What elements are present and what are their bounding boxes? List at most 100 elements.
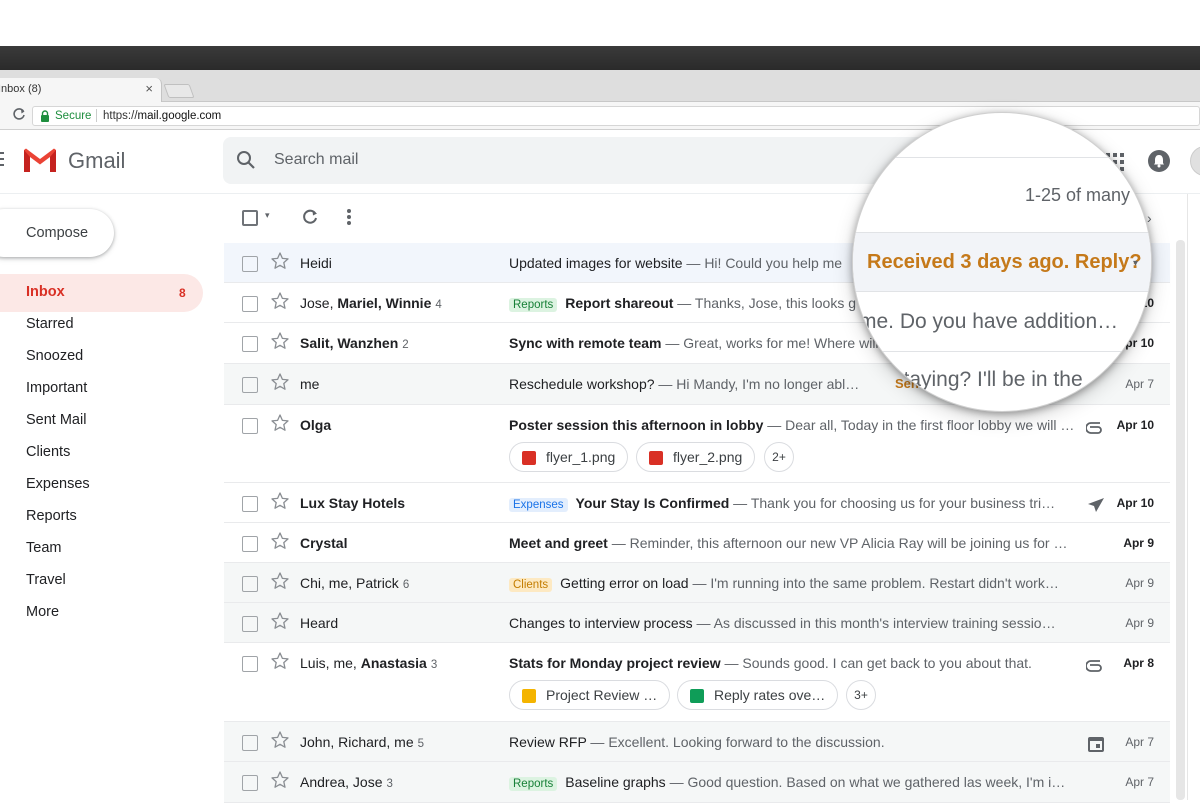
- email-snippet: — Reminder, this afternoon our new VP Al…: [607, 535, 1068, 551]
- email-sender-name: John, Richard, me: [300, 734, 414, 750]
- select-all-checkbox[interactable]: [242, 210, 258, 226]
- search-input[interactable]: Search mail: [274, 151, 358, 169]
- scrollbar[interactable]: [1176, 240, 1185, 800]
- more-vert-icon[interactable]: [347, 209, 351, 227]
- sidebar-item-more[interactable]: More: [26, 604, 59, 620]
- sidebar-item-important[interactable]: Important: [26, 380, 87, 396]
- thread-count: 6: [402, 579, 410, 591]
- more-attachments-badge[interactable]: 2+: [764, 442, 794, 472]
- sidebar-item-clients[interactable]: Clients: [26, 444, 70, 460]
- table-row[interactable]: Lux Stay Hotels Expenses Your Stay Is Con…: [224, 483, 1170, 523]
- thread-count: 3: [430, 659, 438, 671]
- browser-tab[interactable]: Inbox (8) ×: [0, 78, 162, 102]
- sidebar-item-snoozed[interactable]: Snoozed: [26, 348, 83, 364]
- label-badge[interactable]: Reports: [509, 777, 558, 791]
- table-row[interactable]: Chi, me, Patrick 6 Clients Getting error o…: [224, 563, 1170, 603]
- hamburger-icon[interactable]: [0, 152, 4, 166]
- star-icon[interactable]: [270, 372, 290, 392]
- row-checkbox[interactable]: [242, 496, 258, 512]
- select-menu-chevron-down-icon[interactable]: ▾: [265, 210, 270, 221]
- row-checkbox[interactable]: [242, 296, 258, 312]
- refresh-icon[interactable]: [300, 207, 320, 227]
- table-row[interactable]: Andrea, Jose 3 Reports Baseline graphs — G…: [224, 762, 1170, 803]
- star-icon[interactable]: [270, 651, 290, 671]
- row-checkbox[interactable]: [242, 576, 258, 592]
- email-sender-name: Chi, me, Patrick: [300, 575, 399, 591]
- label-badge[interactable]: Clients: [509, 578, 553, 592]
- more-attachments-badge[interactable]: 3+: [846, 680, 876, 710]
- email-snippet: — Dear all, Today in the first floor lob…: [763, 417, 1075, 433]
- email-snippet: — Sounds good. I can get back to you abo…: [720, 655, 1032, 671]
- sidebar-item-sent-mail[interactable]: Sent Mail: [26, 412, 86, 428]
- notifications-icon[interactable]: [1148, 150, 1170, 172]
- row-checkbox[interactable]: [242, 418, 258, 434]
- star-icon[interactable]: [270, 770, 290, 790]
- table-row[interactable]: Heard Changes to interview process — As …: [224, 603, 1170, 643]
- sidebar-item-label-inbox[interactable]: Inbox: [26, 284, 65, 300]
- row-checkbox[interactable]: [242, 336, 258, 352]
- row-checkbox[interactable]: [242, 735, 258, 751]
- inbox-unread-count: 8: [179, 286, 186, 300]
- star-icon[interactable]: [270, 413, 290, 433]
- next-page-chevron-icon[interactable]: ›: [1147, 210, 1152, 226]
- email-sender-name: Andrea, Jose: [300, 774, 383, 790]
- page-count: 1-25 of many: [1025, 185, 1131, 205]
- attachment-chip[interactable]: flyer_1.png: [509, 442, 629, 472]
- new-tab-button[interactable]: [163, 84, 195, 98]
- sidebar-item-reports[interactable]: Reports: [26, 508, 77, 524]
- row-checkbox[interactable]: [242, 775, 258, 791]
- star-icon[interactable]: [270, 251, 290, 271]
- attachment-chip[interactable]: Project Review …: [509, 680, 671, 710]
- email-sender: Luis, me, Anastasia 3: [300, 655, 437, 671]
- email-sender: Heidi: [300, 255, 332, 271]
- avatar[interactable]: [1190, 146, 1200, 176]
- email-subject-line: Review RFP — Excellent. Looking forward …: [509, 734, 1079, 750]
- sidebar-item-travel[interactable]: Travel: [26, 572, 66, 588]
- row-checkbox[interactable]: [242, 536, 258, 552]
- browser-tab-close-icon[interactable]: ×: [145, 81, 153, 96]
- email-date: Apr 7: [1125, 775, 1154, 789]
- label-badge[interactable]: Expenses: [509, 498, 568, 512]
- gmail-logo-icon[interactable]: [22, 146, 58, 174]
- email-subject: Sync with remote team: [509, 335, 662, 351]
- reload-icon[interactable]: [12, 107, 26, 124]
- magnified-snippet: me. Do you have addition…: [859, 310, 1119, 333]
- email-date: Apr 7: [1125, 377, 1154, 391]
- search-icon[interactable]: [236, 150, 256, 170]
- secure-label: Secure: [55, 110, 92, 122]
- table-row[interactable]: Olga Poster session this afternoon in lo…: [224, 405, 1170, 483]
- table-row[interactable]: John, Richard, me 5 Review RFP — Excellen…: [224, 722, 1170, 762]
- sidebar-item-team[interactable]: Team: [26, 540, 61, 556]
- row-checkbox[interactable]: [242, 656, 258, 672]
- email-sender: Salit, Wanzhen 2: [300, 335, 409, 351]
- email-snippet: — Hi! Could you help me: [682, 255, 843, 271]
- email-subject: Meet and greet: [509, 535, 608, 551]
- reply-nudge[interactable]: Received 3 days ago. Reply?: [867, 251, 1142, 274]
- url-text[interactable]: https://mail.google.com: [103, 110, 221, 122]
- email-sender-read: Jose,: [300, 295, 338, 311]
- star-icon[interactable]: [270, 331, 290, 351]
- email-sender: Chi, me, Patrick 6: [300, 575, 409, 591]
- email-sender: John, Richard, me 5: [300, 734, 424, 750]
- magnifier-divider: [853, 351, 1151, 352]
- email-snippet: — Hi Mandy, I'm no longer abl…: [654, 376, 860, 392]
- sidebar-item-expenses[interactable]: Expenses: [26, 476, 90, 492]
- slides-file-icon: [522, 689, 536, 703]
- star-icon[interactable]: [270, 531, 290, 551]
- star-icon[interactable]: [270, 571, 290, 591]
- star-icon[interactable]: [270, 491, 290, 511]
- attachment-chip[interactable]: flyer_2.png: [636, 442, 756, 472]
- label-badge[interactable]: Reports: [509, 298, 558, 312]
- url-scheme: https://: [103, 110, 138, 122]
- attachment-chip[interactable]: Reply rates ove…: [677, 680, 839, 710]
- star-icon[interactable]: [270, 730, 290, 750]
- sidebar-item-starred[interactable]: Starred: [26, 316, 74, 332]
- star-icon[interactable]: [270, 291, 290, 311]
- row-checkbox[interactable]: [242, 256, 258, 272]
- table-row[interactable]: Crystal Meet and greet — Reminder, this …: [224, 523, 1170, 563]
- star-icon[interactable]: [270, 611, 290, 631]
- row-checkbox[interactable]: [242, 377, 258, 393]
- row-checkbox[interactable]: [242, 616, 258, 632]
- table-row[interactable]: Luis, me, Anastasia 3 Stats for Monday pr…: [224, 643, 1170, 722]
- content-edge-divider: [1187, 194, 1188, 800]
